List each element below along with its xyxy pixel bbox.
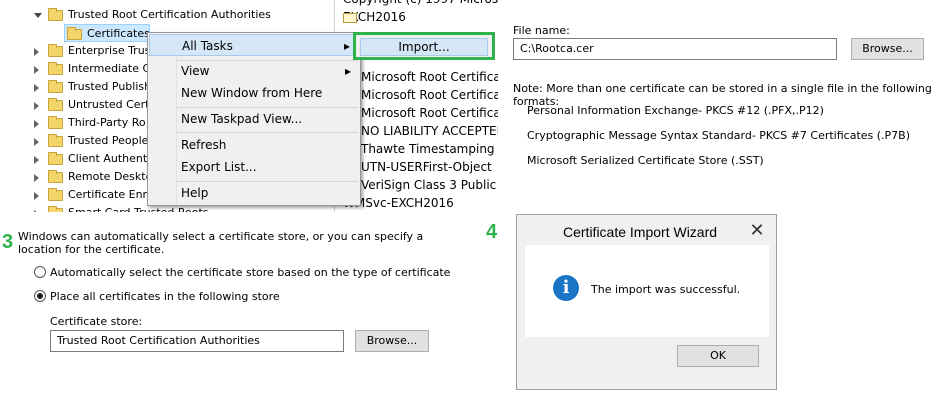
certificate-icon — [343, 13, 357, 23]
menu-item-new-taskpad[interactable]: New Taskpad View... — [149, 108, 359, 130]
certificate-row[interactable]: NO LIABILITY ACCEPTED, ( — [361, 122, 498, 140]
menu-item-label: New Taskpad View... — [181, 112, 303, 126]
expand-arrow-icon[interactable] — [34, 192, 39, 200]
step-3-label: 3 — [2, 231, 14, 253]
menu-item-view[interactable]: View ▸ — [149, 60, 359, 82]
tree-item-label: Remote Deskto — [68, 170, 153, 183]
ok-button[interactable]: OK — [677, 345, 759, 367]
store-intro-text: Windows can automatically select a certi… — [18, 230, 424, 256]
folder-icon — [48, 206, 63, 212]
tree-item-third-party[interactable]: Third-Party Ro — [34, 114, 154, 132]
tree-item-enterprise-trust[interactable]: Enterprise Trust — [34, 42, 155, 60]
radio-place-label: Place all certificates in the following … — [50, 290, 280, 303]
folder-icon — [48, 134, 63, 147]
submenu-arrow-icon: ▸ — [344, 64, 351, 78]
tree-item-untrusted[interactable]: Untrusted Cert — [34, 96, 154, 114]
tree-item-remote-desktop[interactable]: Remote Deskto — [34, 168, 154, 186]
folder-icon — [48, 80, 63, 93]
tree-item-label: Client Authent — [68, 152, 148, 165]
radio-auto-label: Automatically select the certificate sto… — [50, 266, 451, 279]
menu-item-export-list[interactable]: Export List... — [149, 156, 359, 178]
tree-item-label: Intermediate C — [68, 62, 151, 75]
certificate-row[interactable]: Microsoft Root Certificate — [361, 86, 498, 104]
certificate-row[interactable]: VeriSign Class 3 Public Pri — [361, 176, 498, 194]
menu-item-all-tasks[interactable]: All Tasks ▸ — [149, 34, 359, 56]
tree-item-label: Certificates — [87, 27, 150, 40]
folder-icon — [48, 8, 63, 21]
import-wizard-dialog: Certificate Import Wizard ✕ i The import… — [516, 214, 777, 390]
expand-arrow-icon[interactable] — [34, 84, 39, 92]
expand-arrow-icon[interactable] — [34, 48, 39, 56]
dialog-body: i The import was successful. — [525, 245, 769, 337]
tree-item-certificates[interactable]: Certificates — [64, 24, 150, 42]
file-browse-button[interactable]: Browse... — [851, 38, 924, 60]
radio-place-all[interactable] — [34, 290, 46, 302]
dialog-title: Certificate Import Wizard — [517, 215, 776, 245]
expand-arrow-icon[interactable] — [34, 102, 39, 110]
tree-item-enrollment[interactable]: Certificate Enro — [34, 186, 154, 204]
all-tasks-submenu: Import... — [353, 32, 495, 60]
file-name-label: File name: — [513, 24, 570, 37]
certificate-store-field[interactable]: Trusted Root Certification Authorities — [50, 330, 344, 352]
tree-item-label: Trusted Root Certification Authorities — [68, 8, 271, 21]
tree-item-client-auth[interactable]: Client Authent — [34, 150, 154, 168]
tree-item-intermediate[interactable]: Intermediate C — [34, 60, 154, 78]
tree-item-trusted-people[interactable]: Trusted People — [34, 132, 154, 150]
tree-item-label: Trusted People — [68, 134, 149, 147]
folder-icon — [48, 188, 63, 201]
format-item: Personal Information Exchange- PKCS #12 … — [527, 104, 824, 117]
menu-item-label: Export List... — [181, 160, 257, 174]
certificate-row[interactable]: Microsoft Root Certificate — [361, 68, 498, 86]
menu-item-label: All Tasks — [182, 39, 233, 53]
folder-icon — [48, 44, 63, 57]
dialog-message: The import was successful. — [591, 283, 741, 296]
context-menu: All Tasks ▸ View ▸ New Window from Here … — [147, 32, 361, 206]
expand-arrow-icon[interactable] — [34, 156, 39, 164]
expand-arrow-icon[interactable] — [34, 13, 42, 18]
menu-item-label: Refresh — [181, 138, 227, 152]
certificate-row[interactable]: UTN-USERFirst-Object — [361, 158, 492, 176]
info-icon: i — [553, 275, 579, 301]
menu-item-help[interactable]: Help — [149, 182, 359, 204]
menu-item-label: View — [181, 64, 210, 78]
menu-separator — [176, 132, 358, 133]
tree-item-label: Trusted Publish — [68, 80, 152, 93]
file-name-input[interactable]: C:\Rootca.cer — [513, 38, 837, 60]
folder-icon — [48, 152, 63, 165]
certificate-row[interactable]: Thawte Timestamping CA — [361, 140, 498, 158]
folder-icon — [67, 27, 82, 40]
menu-item-refresh[interactable]: Refresh — [149, 134, 359, 156]
step-4-label: 4 — [486, 221, 498, 243]
close-icon[interactable]: ✕ — [742, 215, 772, 245]
expand-arrow-icon[interactable] — [34, 66, 39, 74]
tree-item-label: Certificate Enro — [68, 188, 154, 201]
tree-item-trusted-publishers[interactable]: Trusted Publish — [34, 78, 154, 96]
radio-auto-select[interactable] — [34, 266, 46, 278]
tree-item-label: Third-Party Ro — [68, 116, 146, 129]
store-label: Certificate store: — [50, 315, 143, 328]
store-browse-button[interactable]: Browse... — [355, 330, 429, 352]
menu-item-label: Help — [181, 186, 209, 200]
menu-item-label: New Window from Here — [181, 86, 323, 100]
expand-arrow-icon[interactable] — [34, 174, 39, 182]
tree-item-label: Untrusted Cert — [68, 98, 150, 111]
submenu-arrow-icon: ▸ — [343, 39, 350, 53]
menu-item-import[interactable]: Import... — [360, 38, 488, 56]
folder-icon — [48, 62, 63, 75]
format-item: Microsoft Serialized Certificate Store (… — [527, 154, 764, 167]
tree-item-trusted-root[interactable]: Trusted Root Certification Authorities — [34, 6, 334, 24]
folder-icon — [48, 170, 63, 183]
format-item: Cryptographic Message Syntax Standard- P… — [527, 129, 911, 142]
menu-item-new-window[interactable]: New Window from Here — [149, 82, 359, 104]
folder-icon — [48, 116, 63, 129]
tree-item-label: Enterprise Trust — [68, 44, 155, 57]
expand-arrow-icon[interactable] — [34, 210, 39, 212]
certificate-row[interactable]: Microsoft Root Certificate — [361, 104, 498, 122]
certificate-row[interactable]: Copyright (c) 1997 Microso — [343, 0, 498, 8]
expand-arrow-icon[interactable] — [34, 138, 39, 146]
folder-icon — [48, 98, 63, 111]
expand-arrow-icon[interactable] — [34, 120, 39, 128]
